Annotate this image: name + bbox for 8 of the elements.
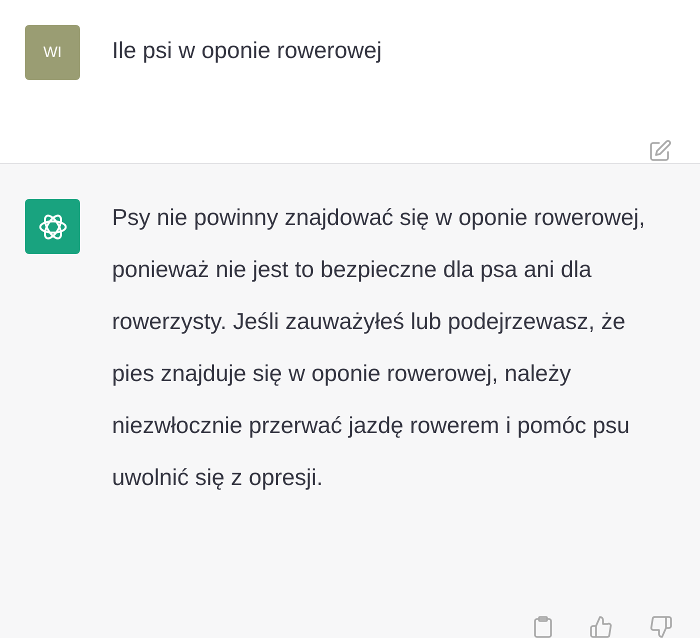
assistant-avatar [25, 199, 80, 254]
edit-icon[interactable] [648, 139, 672, 163]
clipboard-icon[interactable] [532, 615, 554, 638]
thumbs-up-icon[interactable] [588, 615, 614, 638]
user-message: Ile psi w oponie rowerowej [112, 37, 383, 64]
thumbs-down-icon[interactable] [648, 615, 674, 638]
assistant-message: Psy nie powinny znajdować się w oponie rowerowej, ponieważ nie jest to bezpieczne dla psa ani dla rowerzysty. Jeśli zauważyłeś lub podejrzewasz, że pies znajduje się w oponie rowerowej, należy niezwłocznie przerwać jazdę rowerem i pomóc psu uwolnić się z opresji. [112, 203, 646, 492]
user-avatar: WI [25, 25, 80, 80]
